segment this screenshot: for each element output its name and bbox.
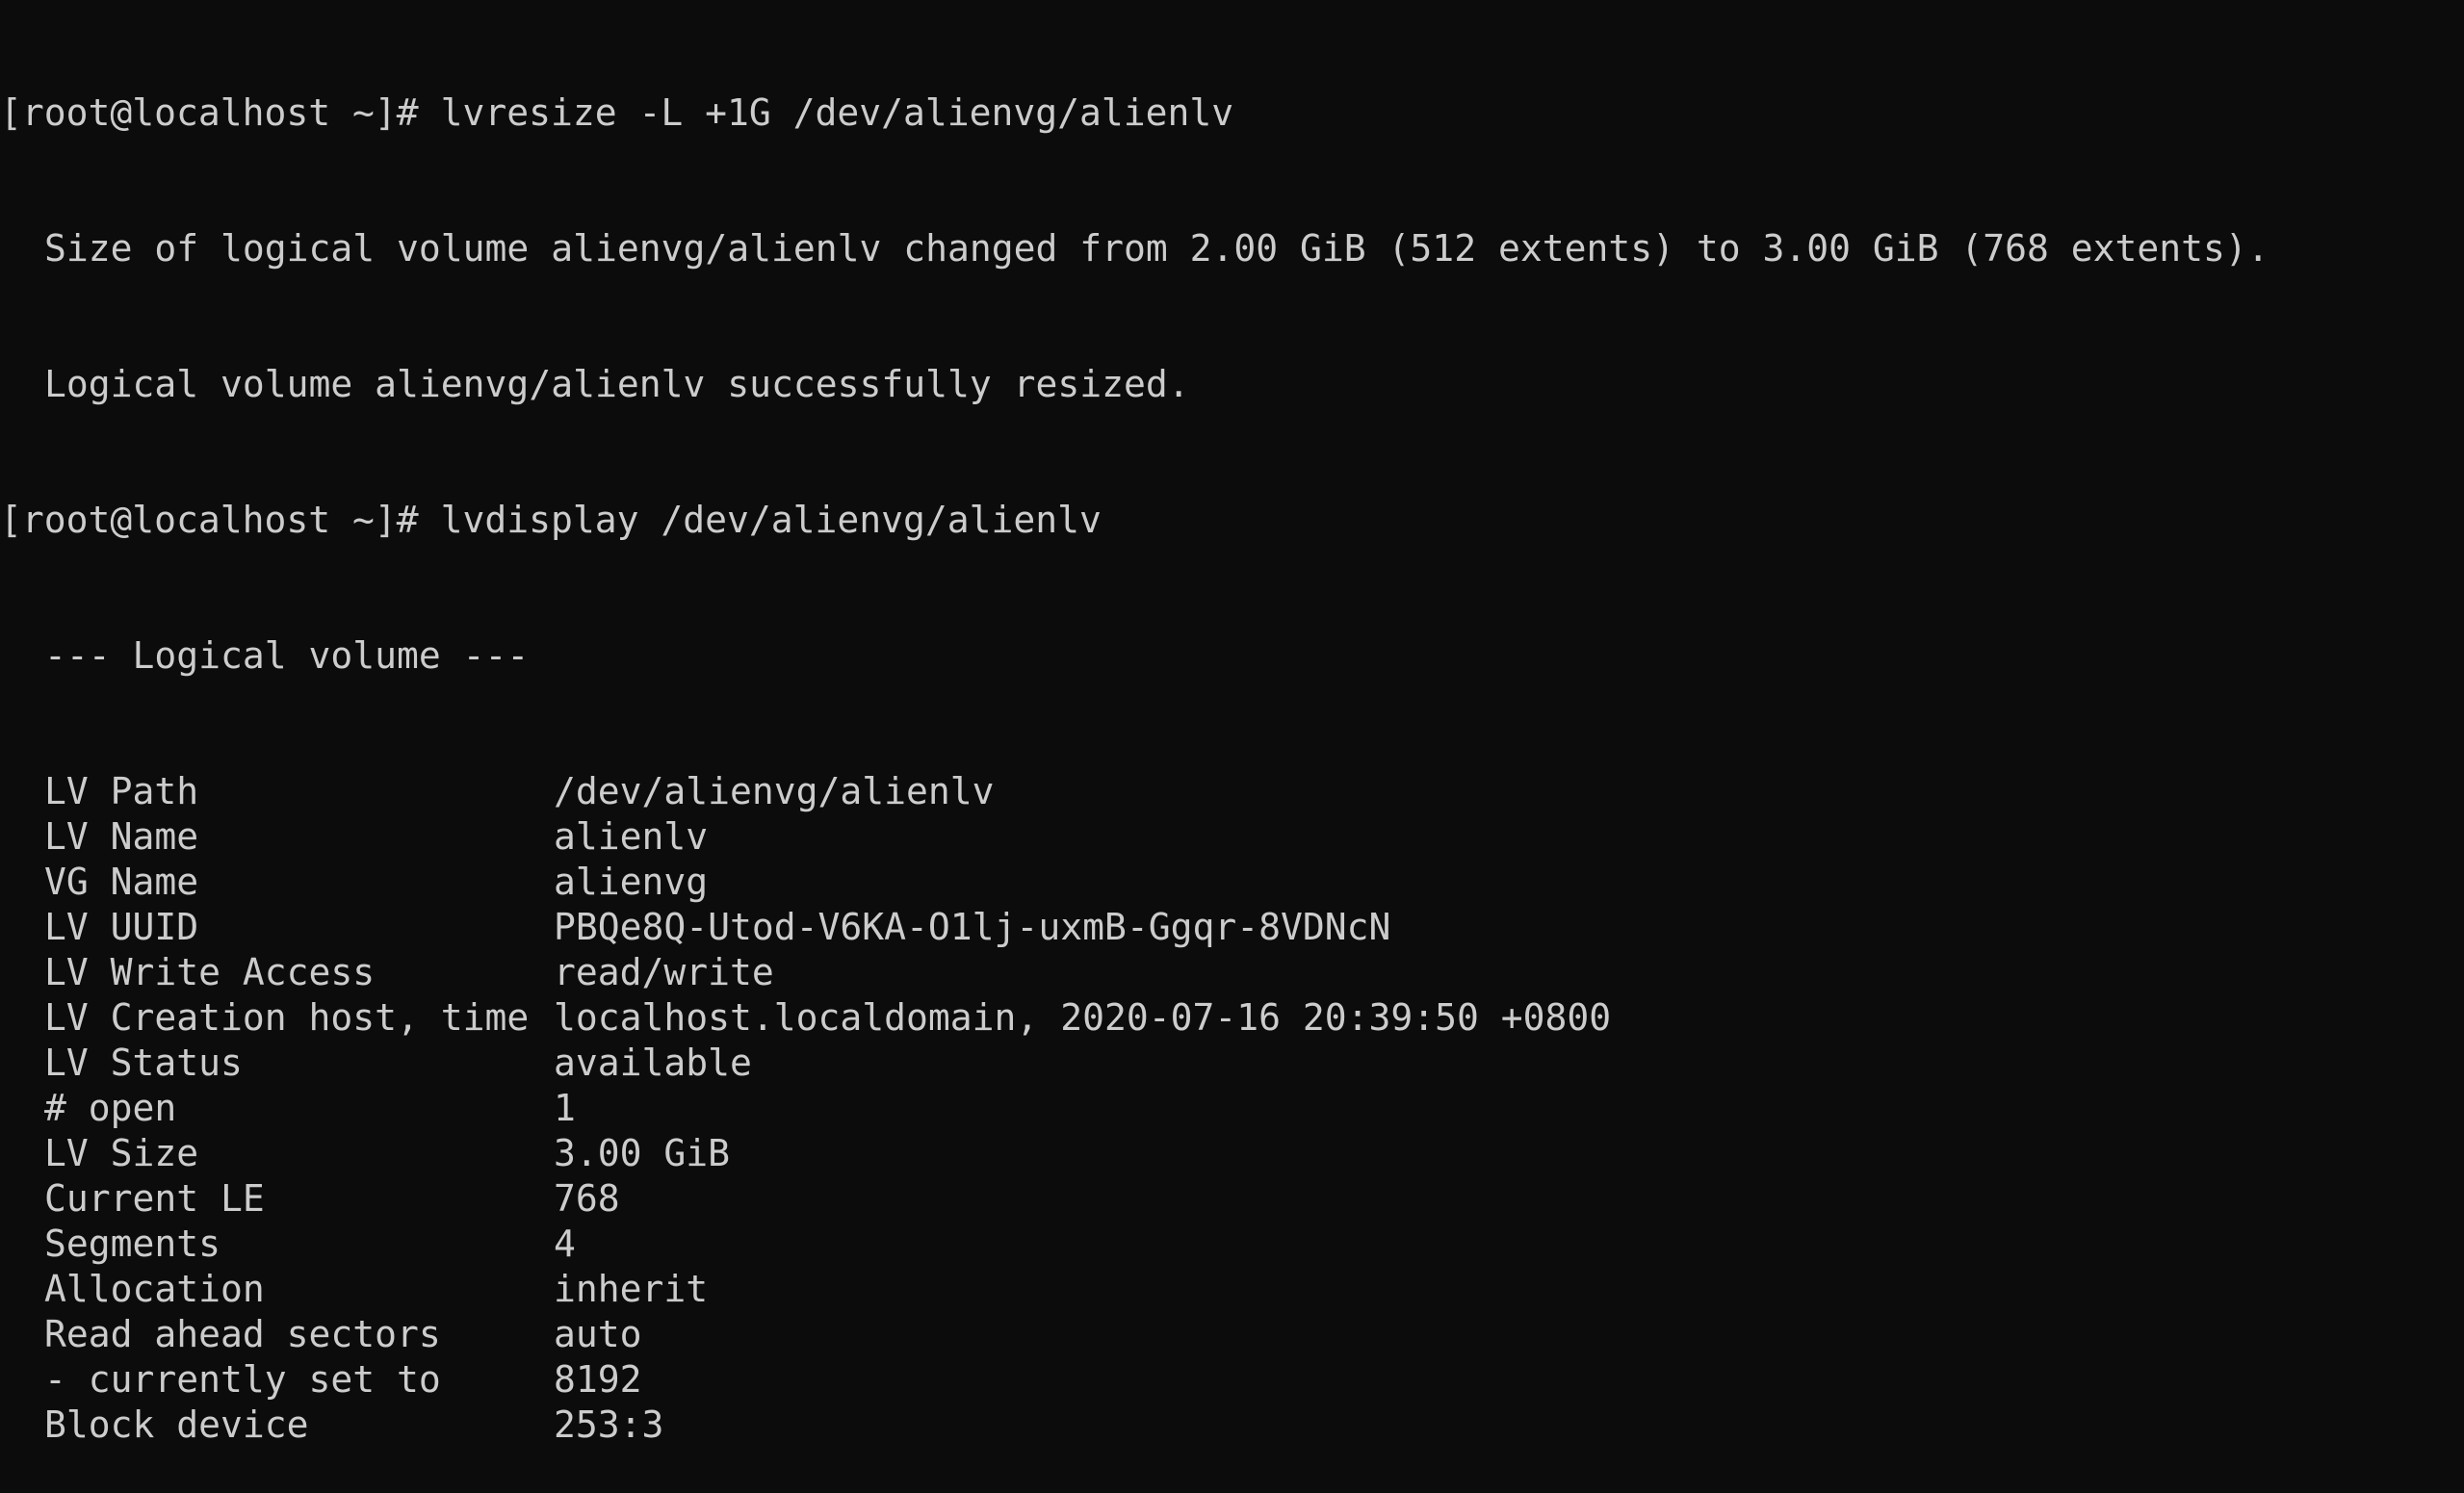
lv-attribute-value: alienlv — [554, 815, 709, 858]
lv-attribute-value: localhost.localdomain, 2020-07-16 20:39:… — [554, 996, 1612, 1039]
lv-attribute-value: 1 — [554, 1087, 576, 1129]
lv-attribute-row: - currently set to 8192 — [0, 1357, 2464, 1403]
lv-attribute-row: Segments 4 — [0, 1222, 2464, 1267]
lv-attribute-row: # open 1 — [0, 1086, 2464, 1131]
lv-attribute-list: LV Path/dev/alienvg/alienlv LV Name alienl… — [0, 769, 2464, 1448]
lv-attribute-key: LV Path — [44, 770, 199, 812]
lv-section-header: --- Logical volume --- — [44, 634, 530, 677]
lv-attribute-value: available — [554, 1042, 752, 1084]
lv-attribute-row: VG Name alienvg — [0, 860, 2464, 905]
lv-attribute-row: Read ahead sectors auto — [0, 1312, 2464, 1357]
lv-attribute-key: LV Creation host, time — [44, 996, 530, 1039]
command-text: lvdisplay /dev/alienvg/alienlv — [440, 499, 1102, 541]
shell-prompt: [root@localhost ~]# — [0, 499, 419, 541]
lv-attribute-key: Read ahead sectors — [44, 1313, 441, 1355]
lv-attribute-row: Current LE 768 — [0, 1176, 2464, 1222]
lv-attribute-row: Allocation inherit — [0, 1267, 2464, 1312]
output-line: Size of logical volume alienvg/alienlv c… — [44, 227, 2269, 270]
output-line: Logical volume alienvg/alienlv successfu… — [44, 363, 1190, 405]
lv-attribute-value: 8192 — [554, 1358, 642, 1401]
lv-attribute-row: LV Size 3.00 GiB — [0, 1131, 2464, 1176]
lv-attribute-value: 768 — [554, 1177, 620, 1220]
lv-attribute-key: LV Size — [44, 1132, 199, 1174]
lv-attribute-row: LV UUID PBQe8Q-Utod-V6KA-O1lj-uxmB-Ggqr-8… — [0, 905, 2464, 950]
lv-attribute-key: VG Name — [44, 861, 199, 903]
lv-attribute-key: - currently set to — [44, 1358, 441, 1401]
lv-attribute-key: Current LE — [44, 1177, 265, 1220]
lv-attribute-value: 4 — [554, 1223, 576, 1265]
lv-attribute-key: LV UUID — [44, 906, 199, 948]
lv-attribute-row: LV Status available — [0, 1041, 2464, 1086]
shell-prompt: [root@localhost ~]# — [0, 91, 419, 134]
lv-attribute-key: # open — [44, 1087, 177, 1129]
lv-attribute-value: PBQe8Q-Utod-V6KA-O1lj-uxmB-Ggqr-8VDNcN — [554, 906, 1391, 948]
lv-attribute-value: /dev/alienvg/alienlv — [554, 770, 995, 812]
lv-attribute-value: alienvg — [554, 861, 709, 903]
command-line-lvdisplay: [root@localhost ~]# lvdisplay /dev/alien… — [0, 498, 2464, 543]
lv-attribute-key: LV Write Access — [44, 951, 376, 993]
lv-attribute-value: read/write — [554, 951, 774, 993]
lv-attribute-key: Segments — [44, 1223, 221, 1265]
lv-attribute-value: auto — [554, 1313, 642, 1355]
lv-attribute-row: LV Path/dev/alienvg/alienlv — [0, 769, 2464, 814]
lv-attribute-row: LV Write Access read/write — [0, 950, 2464, 995]
lv-attribute-key: Block device — [44, 1403, 309, 1446]
lv-attribute-value: inherit — [554, 1268, 709, 1310]
lv-attribute-row: Block device 253:3 — [0, 1403, 2464, 1448]
lv-attribute-key: LV Name — [44, 815, 199, 858]
lv-attribute-row: LV Name alienlv — [0, 814, 2464, 860]
command-line-lvresize: [root@localhost ~]# lvresize -L +1G /dev… — [0, 90, 2464, 136]
lv-attribute-key: Allocation — [44, 1268, 265, 1310]
terminal-window[interactable]: [root@localhost ~]# lvresize -L +1G /dev… — [0, 0, 2464, 1446]
command-text: lvresize -L +1G /dev/alienvg/alienlv — [440, 91, 1234, 134]
lv-attribute-value: 253:3 — [554, 1403, 664, 1446]
lv-attribute-row: LV Creation host, time localhost.localdom… — [0, 995, 2464, 1041]
lv-attribute-value: 3.00 GiB — [554, 1132, 731, 1174]
lv-attribute-key: LV Status — [44, 1042, 243, 1084]
